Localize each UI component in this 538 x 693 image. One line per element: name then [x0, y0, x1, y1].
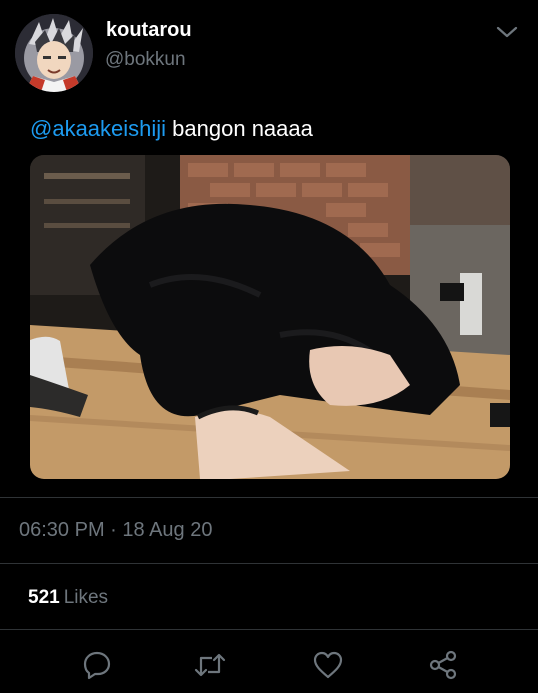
like-button[interactable]: [308, 647, 348, 687]
retweet-button[interactable]: [190, 647, 230, 687]
tweet-photo[interactable]: [30, 155, 510, 479]
author-handle[interactable]: @bokkun: [105, 49, 186, 71]
divider: [0, 497, 538, 498]
reply-icon: [81, 649, 113, 686]
share-icon: [427, 649, 459, 686]
tweet-detail: koutarou @bokkun @akaakeishiji bangon na…: [0, 0, 538, 693]
chevron-down-icon[interactable]: [494, 22, 520, 42]
divider: [0, 563, 538, 564]
divider: [0, 629, 538, 630]
reply-button[interactable]: [77, 647, 117, 687]
author-display-name[interactable]: koutarou: [106, 19, 192, 42]
likes-stat[interactable]: 521 Likes: [28, 587, 108, 609]
retweet-icon: [192, 649, 228, 686]
tweet-body: bangon naaaa: [166, 116, 313, 141]
likes-label: Likes: [63, 587, 109, 608]
avatar[interactable]: [15, 14, 93, 92]
share-button[interactable]: [423, 647, 463, 687]
likes-count: 521: [28, 587, 60, 608]
heart-icon: [311, 649, 345, 686]
tweet-timestamp[interactable]: 06:30 PM · 18 Aug 20: [19, 519, 212, 542]
tweet-text: @akaakeishiji bangon naaaa: [30, 116, 313, 142]
mention-link[interactable]: @akaakeishiji: [30, 116, 166, 141]
